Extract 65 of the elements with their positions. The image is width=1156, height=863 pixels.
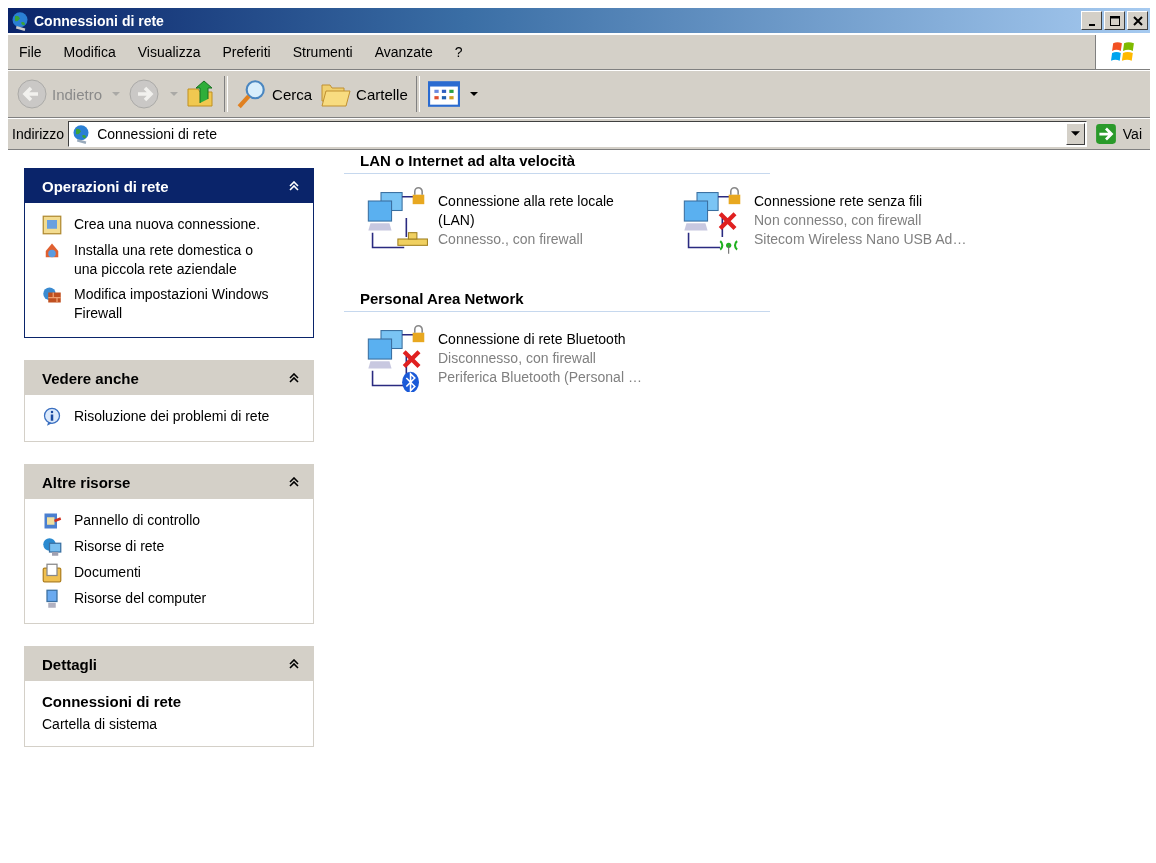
task-link[interactable]: Risorse del computer — [74, 589, 207, 608]
pane-header[interactable]: Altre risorse — [25, 465, 313, 499]
menu-item[interactable]: File — [8, 44, 53, 60]
menu-item[interactable]: Strumenti — [281, 44, 364, 60]
pane-title: Operazioni di rete — [42, 177, 169, 195]
close-button[interactable] — [1127, 11, 1148, 30]
collapse-icon — [289, 659, 299, 669]
pane-header[interactable]: Dettagli — [25, 647, 313, 681]
address-field[interactable]: Connessioni di rete — [68, 121, 1087, 147]
menu-item[interactable]: Avanzate — [363, 44, 444, 60]
group-heading: LAN o Internet ad alta velocità — [344, 150, 770, 174]
connection-status: Disconnesso, con firewall — [438, 349, 597, 368]
firewall-icon — [42, 285, 62, 305]
documents-icon — [42, 563, 62, 583]
details-description: Cartella di sistema — [42, 716, 159, 732]
connection-name[interactable]: Connessione di rete Bluetooth — [438, 330, 648, 349]
collapse-icon — [289, 477, 299, 487]
maximize-button[interactable] — [1104, 11, 1125, 30]
connection-name[interactable]: Connessione alla rete locale (LAN) — [438, 192, 648, 230]
new-connection-icon — [42, 215, 62, 235]
connection-status: Connesso., con firewall — [438, 230, 584, 249]
dropdown-button[interactable] — [1065, 123, 1085, 145]
minimize-icon — [1088, 23, 1095, 26]
maximize-icon — [1109, 15, 1120, 26]
connection-name[interactable]: Connessione rete senza fili — [754, 192, 964, 211]
go-button[interactable]: Vai — [1086, 123, 1150, 145]
task-link[interactable]: Documenti — [74, 563, 141, 582]
pane-header[interactable]: Operazioni di rete — [25, 169, 313, 203]
connection-device: Sitecom Wireless Nano USB Ad… — [754, 230, 968, 249]
caret-icon — [112, 91, 121, 97]
menu-item[interactable]: Visualizza — [126, 44, 212, 60]
collapse-icon — [289, 181, 299, 191]
menu-item[interactable]: ? — [443, 44, 474, 60]
globe-icon — [10, 10, 30, 31]
menu-item[interactable]: Modifica — [52, 44, 127, 60]
connection-device: Periferica Bluetooth (Personal … — [438, 368, 643, 387]
task-link[interactable]: Installa una rete domestica o una piccola rete aziendale — [74, 241, 274, 279]
minimize-button[interactable] — [1081, 11, 1102, 30]
caret-icon — [170, 91, 179, 97]
pane-header[interactable]: Vedere anche — [25, 361, 313, 395]
close-icon — [1132, 15, 1143, 26]
caret-icon — [1070, 131, 1080, 137]
task-link[interactable]: Risorse di rete — [74, 537, 165, 556]
info-icon — [42, 407, 62, 427]
search-button[interactable]: Cerca — [232, 78, 317, 110]
caret-icon — [469, 91, 478, 97]
menu-item[interactable]: Preferiti — [211, 44, 282, 60]
connection-status: Non connesso, con firewall — [754, 211, 923, 230]
pane-title: Altre risorse — [42, 473, 131, 491]
group-heading: Personal Area Network — [344, 288, 770, 312]
details-name: Connessioni di rete — [42, 693, 183, 710]
task-link[interactable]: Crea una nuova connessione. — [74, 215, 261, 234]
task-link[interactable]: Modifica impostazioni Windows Firewall — [74, 285, 274, 323]
folders-button[interactable]: Cartelle — [316, 79, 412, 109]
address-label: Indirizzo — [11, 126, 66, 142]
pane-title: Vedere anche — [42, 369, 139, 387]
views-icon — [427, 81, 460, 107]
task-link[interactable]: Risoluzione dei problemi di rete — [74, 407, 270, 426]
network-places-icon — [42, 537, 62, 557]
flag-icon — [1109, 40, 1137, 64]
control-panel-icon — [42, 511, 62, 531]
window-title: Connessioni di rete — [34, 12, 165, 29]
pane-title: Dettagli — [42, 655, 97, 673]
task-link[interactable]: Pannello di controllo — [74, 511, 201, 530]
collapse-icon — [289, 373, 299, 383]
